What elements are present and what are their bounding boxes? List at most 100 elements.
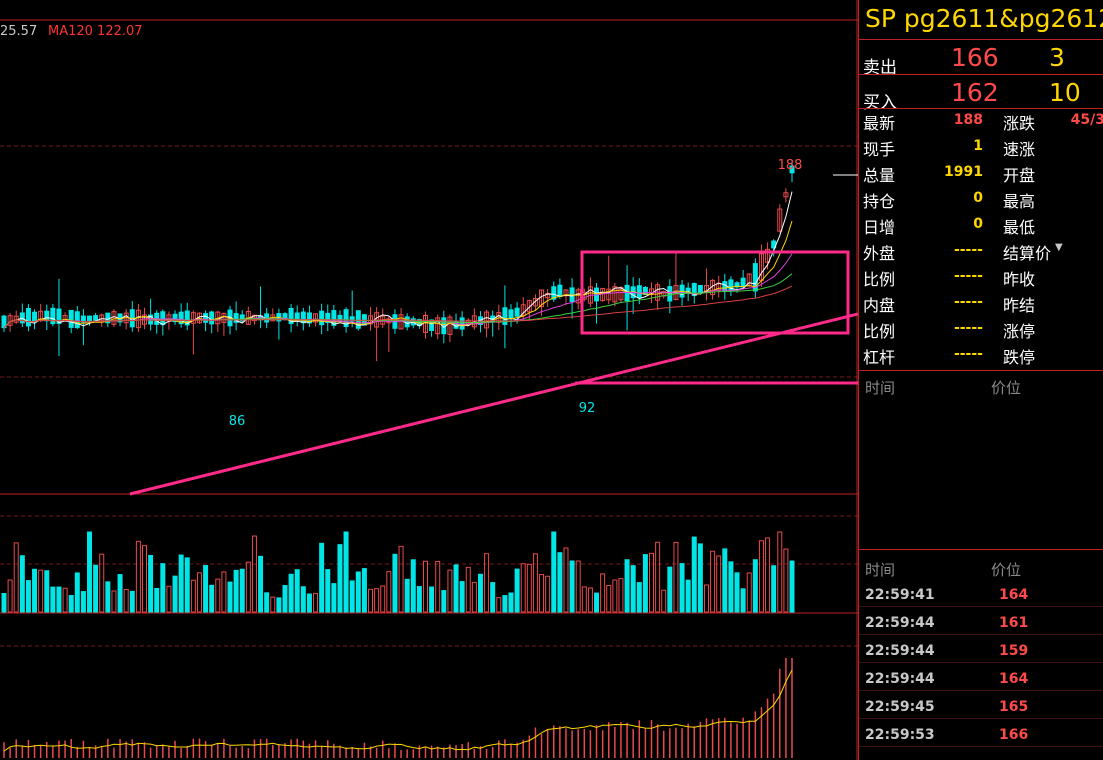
tick-price: 161 [999, 615, 1029, 631]
volume-bar [123, 588, 129, 613]
volume-bar [368, 588, 374, 613]
volume-bar [679, 563, 685, 613]
volume-bar [1, 592, 7, 613]
volume-bar [294, 569, 300, 613]
volume-bar [459, 581, 465, 613]
candle-body [459, 317, 465, 330]
tick-time: 22:59:44 [865, 671, 935, 687]
chart-svg[interactable]: 188 86 92 [0, 0, 858, 760]
candle-body [93, 315, 99, 321]
volume-bar [532, 553, 538, 613]
volume-bar [465, 566, 471, 613]
volume-bar [141, 545, 147, 613]
volume-bar [404, 578, 410, 613]
volume-bar [135, 540, 141, 613]
volume-bar [594, 592, 600, 613]
candle-body [319, 310, 325, 326]
volume-bar [551, 531, 557, 613]
info-label: 昨收 [1003, 270, 1036, 289]
volume-bar [569, 560, 575, 613]
volume-bar [105, 581, 111, 613]
candle-body [508, 309, 514, 319]
info-value: 0 [973, 190, 983, 206]
tick-time: 22:59:53 [865, 727, 935, 743]
volume-bar [93, 564, 99, 613]
volume-bar [722, 548, 728, 613]
chevron-down-icon[interactable]: ▼ [1055, 242, 1063, 253]
candle-body [87, 315, 93, 322]
volume-bar [636, 582, 642, 613]
info-label: 总量 [863, 166, 896, 185]
volume-bar [642, 554, 648, 613]
info-label: 比例 [863, 270, 896, 289]
volume-bar [148, 555, 154, 613]
volume-bar [25, 580, 31, 613]
tick-price: 165 [999, 699, 1029, 715]
volume-bar [62, 587, 68, 613]
volume-bar [734, 572, 740, 613]
low-price-label-right: 92 [579, 401, 596, 416]
volume-bar [209, 584, 215, 613]
volume-bar [13, 542, 19, 613]
tick-divider [859, 718, 1103, 719]
tick-time: 22:59:45 [865, 699, 935, 715]
volume-bar [557, 552, 563, 613]
volume-bar [44, 570, 50, 613]
volume-bar [80, 591, 86, 613]
info-label: 涨停 [1003, 322, 1036, 341]
volume-bar [239, 568, 245, 613]
volume-bar [32, 568, 38, 613]
candle-body [697, 284, 703, 293]
volume-bar [313, 592, 319, 613]
volume-bar [166, 585, 172, 613]
candle-body [160, 311, 166, 326]
info-label: 涨跌 [1003, 114, 1036, 133]
volume-bar [441, 590, 447, 613]
volume-bar [319, 542, 325, 613]
volume-bar [453, 564, 459, 613]
volume-bar [563, 547, 569, 613]
volume-bar [765, 537, 771, 613]
volume-bar [203, 565, 209, 613]
volume-bar [233, 569, 239, 613]
volume-bar [539, 574, 545, 613]
tick-time: 22:59:44 [865, 615, 935, 631]
tick-divider [859, 606, 1103, 607]
volume-bar [251, 535, 257, 613]
info-value: 1991 [944, 164, 983, 180]
volume-bar [270, 596, 276, 613]
chart-area[interactable]: 188 86 92 25.57 MA120 122.07 [0, 0, 858, 760]
ma120-label: MA120 122.07 [48, 24, 143, 39]
chart-grid [0, 0, 858, 760]
volume-bar [87, 531, 93, 613]
volume-bar [7, 579, 13, 613]
candle-body [740, 277, 746, 288]
volume-bar [581, 586, 587, 613]
volume-bar [74, 572, 80, 613]
volume-bar [783, 548, 789, 613]
bid-row[interactable]: 买入 162 10 [859, 75, 1103, 113]
volume-bar [502, 595, 508, 613]
volume-bar [484, 553, 490, 613]
volume-bar [19, 555, 25, 613]
price-labels: 188 86 92 [229, 158, 803, 429]
info-value: 0 [973, 216, 983, 232]
volume-bar [422, 560, 428, 613]
volume-bar [160, 563, 166, 613]
info-label: 内盘 [863, 296, 896, 315]
volume-bar [38, 569, 44, 613]
volume-bar [111, 590, 117, 613]
volume-bar [300, 586, 306, 613]
tick-divider [859, 662, 1103, 663]
volume-bar [685, 579, 691, 613]
info-label: 外盘 [863, 244, 896, 263]
time-header: 时间 [865, 561, 896, 579]
volume-bar [221, 571, 227, 613]
low-price-label-left: 86 [229, 414, 246, 429]
volume-bar [50, 586, 56, 613]
ask-row[interactable]: 卖出 166 3 [859, 40, 1103, 78]
volume-bar [661, 589, 667, 613]
volume-bar [264, 592, 270, 613]
volume-bar [697, 543, 703, 613]
tick-divider [859, 690, 1103, 691]
